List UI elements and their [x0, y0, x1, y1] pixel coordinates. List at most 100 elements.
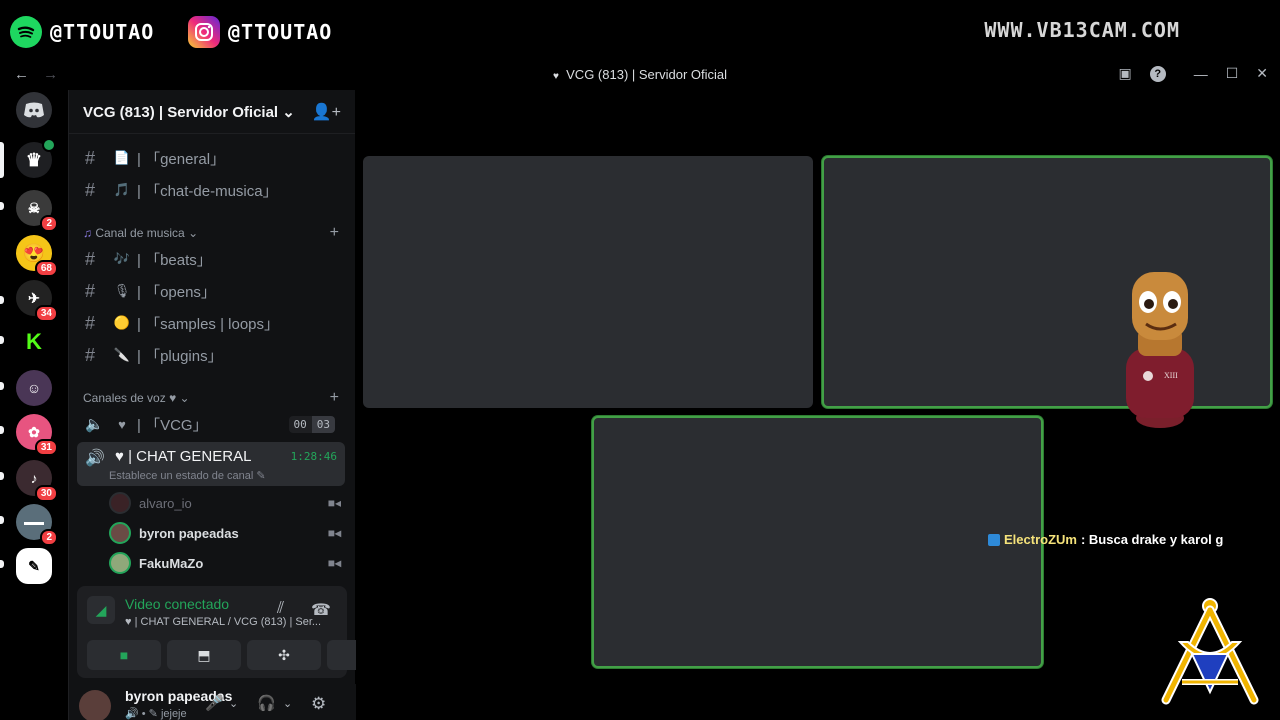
user-limit: 03 — [311, 416, 335, 433]
voice-user[interactable]: byron papeadas ■◂ — [109, 519, 341, 547]
create-channel-icon[interactable]: + — [330, 224, 339, 242]
close-icon[interactable]: ✕ — [1256, 65, 1268, 82]
server-3[interactable]: 😍 68 — [16, 235, 58, 277]
svg-text:XIII: XIII — [1164, 371, 1178, 380]
inbox-icon[interactable]: ▣ — [1118, 65, 1131, 82]
voice-channel-chat-general[interactable]: 🔊 ♥ | CHAT GENERAL Establece un estado d… — [77, 442, 345, 486]
settings-gear-icon[interactable]: ⚙ — [311, 694, 326, 714]
channel-label: | 「chat-de-musica」 — [137, 182, 278, 200]
channel-beats[interactable]: # 🎶 | 「beats」 — [77, 244, 345, 274]
spotify-tag: @TTOUTAO — [10, 16, 154, 48]
unread-pill — [0, 560, 4, 568]
connection-signal-icon[interactable]: ◢ — [87, 596, 115, 624]
category-canales-de-voz[interactable]: Canales de voz ♥ ⌄ + — [83, 389, 339, 407]
voice-user[interactable]: alvaro_io ■◂ — [109, 489, 341, 517]
voice-user-name: FakuMaZo — [139, 555, 204, 571]
channel-emoji: 🎙 — [113, 283, 131, 298]
window-title-text: VCG (813) | Servidor Oficial — [566, 67, 728, 82]
voice-channel-vcg[interactable]: 🔈 ♥ | 「VCG」 00 03 — [77, 409, 345, 439]
server-7[interactable]: ✿ 31 — [16, 414, 58, 456]
camera-icon: ■◂ — [327, 556, 341, 570]
server-rail: ♛ ☠ 2 😍 68 ✈ 34 K ☺ ✿ 31 ♪ 30 ▬▬ 2 ✎ — [0, 90, 68, 720]
server-9-icon: ▬▬ — [24, 516, 44, 528]
microphone-icon[interactable]: 🎤 — [205, 694, 224, 712]
maximize-icon[interactable]: ☐ — [1226, 65, 1239, 82]
speaker-icon: 🔈 — [85, 416, 104, 433]
help-icon[interactable]: ? — [1149, 65, 1166, 82]
server-2[interactable]: ☠ 2 — [16, 190, 58, 232]
channel-label: | 「general」 — [137, 150, 226, 168]
channel-general[interactable]: # 📄 | 「general」 — [77, 143, 345, 173]
speaker-active-icon: 🔊 — [85, 450, 105, 467]
disconnect-icon[interactable]: ☎ — [311, 600, 331, 620]
website-watermark: WWW.VB13CAM.COM — [984, 18, 1180, 42]
voice-active-indicator — [42, 138, 56, 152]
minimize-icon[interactable]: — — [1194, 66, 1208, 82]
server-vcg-icon: ♛ — [25, 149, 43, 170]
voice-status[interactable]: Video conectado — [125, 596, 229, 612]
stream-chat-overlay: ElectroZUm : Busca drake y karol g — [988, 532, 1223, 547]
create-channel-icon[interactable]: + — [330, 389, 339, 407]
mention-badge: 31 — [34, 439, 58, 456]
emblem-icon: ♥ — [169, 391, 177, 405]
invite-people-icon[interactable]: 👤+ — [312, 102, 341, 122]
discord-logo-icon — [24, 102, 44, 118]
channel-samples-loops[interactable]: # 🟡 | 「samples | loops」 — [77, 308, 345, 338]
voice-channel-path[interactable]: ♥ | CHAT GENERAL / VCG (813) | Ser... — [125, 616, 321, 628]
chat-message: : Busca drake y karol g — [1080, 532, 1224, 547]
channel-sidebar: VCG (813) | Servidor Oficial ⌄ 👤+ # 📄 | … — [68, 90, 401, 720]
channel-chat-de-musica[interactable]: # 🎵 | 「chat-de-musica」 — [77, 175, 345, 205]
selected-server-pill — [0, 142, 4, 178]
screen-share-button[interactable]: ⬒ — [167, 640, 241, 670]
camera-toggle-button[interactable]: ■ — [87, 640, 161, 670]
unread-pill — [0, 472, 4, 480]
kick-logo-icon: K — [26, 329, 42, 354]
stream-overlay-banner: @TTOUTAO @TTOUTAO WWW.VB13CAM.COM — [0, 0, 1280, 62]
channel-emoji: 🎶 — [113, 251, 131, 266]
headphones-icon[interactable]: 🎧 — [257, 694, 276, 712]
channel-plugins[interactable]: # 🔪 | 「plugins」 — [77, 340, 345, 370]
instagram-icon — [188, 16, 220, 48]
chat-username: ElectroZUm — [1004, 532, 1077, 547]
participant-tile[interactable] — [363, 156, 813, 408]
mention-badge: 68 — [34, 260, 58, 277]
music-note-icon: ♫ — [83, 226, 92, 240]
unread-pill — [0, 382, 4, 390]
activities-button[interactable]: ✣ — [247, 640, 321, 670]
server-header[interactable]: VCG (813) | Servidor Oficial ⌄ 👤+ — [69, 90, 355, 134]
discord-home-button[interactable] — [16, 92, 52, 128]
noise-suppression-icon[interactable]: ⫽ — [277, 600, 284, 618]
call-timer: 1:28:46 — [290, 450, 337, 463]
audio-options-chevron-icon[interactable]: ⌄ — [283, 697, 292, 710]
channel-opens[interactable]: # 🎙 | 「opens」 — [77, 276, 345, 306]
server-9[interactable]: ▬▬ 2 — [16, 504, 58, 546]
server-6[interactable]: ☺ — [16, 370, 52, 406]
user-avatar[interactable] — [79, 690, 111, 720]
instagram-handle: @TTOUTAO — [228, 20, 333, 44]
participant-tile-speaking[interactable] — [822, 156, 1272, 408]
mention-badge: 2 — [40, 529, 58, 546]
server-name: VCG (813) | Servidor Oficial ⌄ — [83, 103, 295, 121]
activities-icon: ✣ — [278, 646, 290, 663]
server-emblem-icon: ♥ — [552, 71, 559, 82]
mention-badge: 30 — [34, 485, 58, 502]
server-2-icon: ☠ — [27, 199, 41, 216]
server-8-icon: ♪ — [30, 470, 38, 486]
server-kick[interactable]: K — [16, 324, 52, 360]
server-8[interactable]: ♪ 30 — [16, 460, 58, 502]
camera-icon: ■ — [119, 647, 129, 663]
set-channel-status[interactable]: Establece un estado de canal ✎ — [109, 469, 266, 482]
instagram-tag: @TTOUTAO — [188, 16, 332, 48]
channel-label: | 「VCG」 — [137, 416, 208, 434]
category-canal-de-musica[interactable]: ♫ Canal de musica ⌄ + — [83, 224, 339, 242]
screen-share-icon: ⬒ — [197, 646, 211, 663]
server-vcg[interactable]: ♛ — [16, 138, 56, 178]
channel-emoji: 📄 — [113, 150, 131, 165]
server-4[interactable]: ✈ 34 — [16, 280, 58, 322]
participant-tile-speaking[interactable] — [592, 416, 1043, 668]
channel-label: | 「plugins」 — [137, 347, 223, 365]
mic-options-chevron-icon[interactable]: ⌄ — [229, 697, 238, 710]
server-10[interactable]: ✎ — [16, 548, 52, 584]
title-bar: ← → ♥ VCG (813) | Servidor Oficial ▣ ? —… — [0, 62, 1280, 90]
voice-user[interactable]: FakuMaZo ■◂ — [109, 549, 341, 577]
